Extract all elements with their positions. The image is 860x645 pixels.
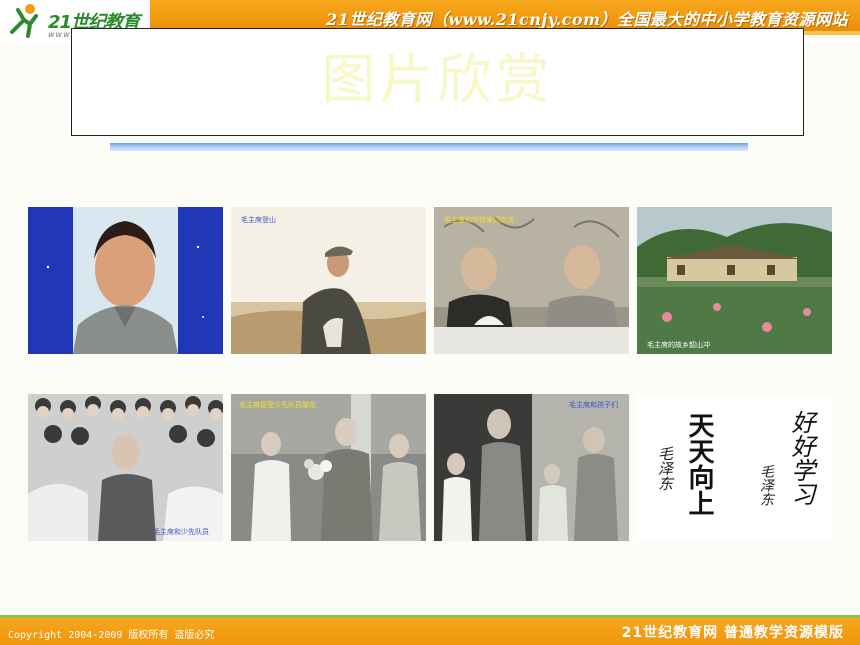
climbing-image [231, 207, 426, 354]
title-box: 图片欣赏 [71, 28, 804, 136]
photo-caption: 毛主席接受少先队员献花 [239, 401, 316, 409]
calligraphy-right-signature: 毛泽东 [758, 464, 774, 506]
crowd-image [28, 394, 223, 541]
site-footer: Copyright 2004-2009 版权所有 盗版必究 21世纪教育网 普通… [0, 618, 860, 645]
logo-subtext: www. [48, 30, 74, 39]
photo-portrait[interactable] [28, 207, 223, 354]
photo-crowd[interactable]: 毛主席和少先队员 [28, 394, 223, 541]
photo-caption: 毛主席和少先队员 [153, 528, 209, 536]
photo-meeting[interactable]: 毛主席和外宾亲切交谈 [434, 207, 629, 354]
footer-copyright: Copyright 2004-2009 版权所有 盗版必究 [8, 630, 215, 641]
meeting-image [434, 207, 629, 354]
photo-caption: 毛主席和外宾亲切交谈 [444, 216, 514, 224]
header-slogan: 21世纪教育网（www.21cnjy.com）全国最大的中小学教育资源网站 [326, 10, 848, 29]
photo-children[interactable]: 毛主席和孩子们 [434, 394, 629, 541]
portrait-image [28, 207, 223, 354]
page-title: 图片欣赏 [321, 48, 554, 111]
flowers-image [231, 394, 426, 541]
calligraphy-right-text: 好好学习 [787, 410, 815, 506]
footer-brand: 21世纪教育网 普通教学资源模版 [621, 625, 844, 641]
calligraphy-left-signature: 毛泽东 [656, 446, 674, 491]
calligraphy-left-text: 天天向上 [684, 412, 714, 516]
photo-hometown[interactable]: 毛主席的故乡韶山冲 [637, 207, 832, 354]
photo-climbing[interactable]: 毛主席登山 [231, 207, 426, 354]
photo-flowers[interactable]: 毛主席接受少先队员献花 [231, 394, 426, 541]
children-image [434, 394, 629, 541]
photo-caption: 毛主席登山 [241, 216, 276, 224]
running-figure-icon [10, 4, 38, 38]
title-underline-bar [110, 143, 748, 151]
photo-calligraphy[interactable]: 天天向上 毛泽东 好好学习 毛泽东 [637, 394, 832, 541]
hometown-image [637, 207, 832, 354]
photo-caption: 毛主席的故乡韶山冲 [647, 341, 710, 349]
photo-caption: 毛主席和孩子们 [569, 401, 618, 409]
